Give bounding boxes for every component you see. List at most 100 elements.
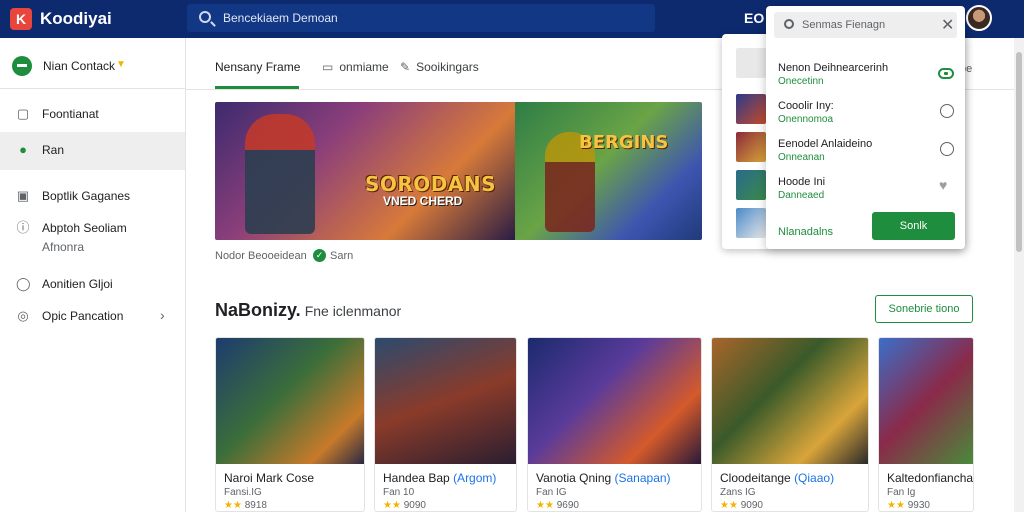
game-card[interactable]: Vanotia Qning (Sanapan) Fan IG ★★ 9690 — [527, 337, 702, 512]
sidebar-item-boptlik[interactable]: ▣ Boptlik Gaganes — [0, 178, 185, 214]
card-title: Kaltedonfianchan — [887, 471, 974, 485]
app-logo-icon[interactable]: K — [10, 8, 32, 30]
popup-option-sub: Onneanan — [778, 152, 825, 163]
popup-option[interactable]: Eenodel Anlaideino Onneanan — [778, 136, 958, 170]
divider — [0, 88, 186, 89]
tab-sooikingars[interactable]: ✎ Sooikingars — [400, 60, 479, 74]
card-meta: Fan IG — [536, 487, 567, 498]
popup-option-title: Eenodel Anlaideino — [778, 138, 873, 150]
avatar[interactable] — [966, 5, 992, 31]
sidebar-item-aonitien[interactable]: ◯ Aonitien Gljoi — [0, 266, 185, 302]
circle-icon: ◎ — [17, 308, 29, 323]
popup-option[interactable]: Nenon Deihnearcerinh Onecetinn — [778, 60, 958, 94]
star-icon: ★★ — [383, 500, 401, 511]
popup-thumbnail — [736, 94, 766, 124]
see-more-button[interactable]: Sonebrie tiono — [875, 295, 973, 323]
popup-search[interactable]: Senmas Fienagn ✕ — [774, 12, 957, 38]
popup-thumbnail — [736, 48, 766, 78]
game-card[interactable]: Naroi Mark Cose Fansi.IG ★★ 8918 — [215, 337, 365, 512]
popup-option-sub: Danneaed — [778, 190, 825, 201]
popup-option-sub: Onecetinn — [778, 76, 824, 87]
card-title-text: Kaltedonfianchan — [887, 471, 974, 485]
card-image — [879, 338, 973, 464]
check-icon: ✓ — [313, 249, 326, 262]
scrollbar-thumb[interactable] — [1016, 52, 1022, 252]
filter-popup: Senmas Fienagn ✕ Nenon Deihnearcerinh On… — [722, 6, 965, 249]
card-rating: ★★ 9930 — [887, 500, 930, 511]
game-card[interactable]: Handea Bap (Argom) Fan 10 ★★ 9090 — [374, 337, 517, 512]
banner-subtitle: VNED CHERD — [383, 194, 463, 208]
sidebar-item-ran[interactable]: ● Ran — [0, 132, 185, 170]
app-title[interactable]: Koodiyai — [40, 9, 112, 29]
close-icon[interactable]: ✕ — [941, 15, 954, 35]
sidebar-item-label: Abptoh Seoliam — [42, 221, 127, 235]
popup-option-title: Hoode Ini — [778, 176, 826, 188]
popup-search-input[interactable]: Senmas Fienagn — [802, 19, 885, 31]
tab-nensany-frame[interactable]: Nensany Frame — [215, 60, 300, 74]
popup-option[interactable]: Hoode Ini Danneaed ♥ — [778, 174, 958, 208]
star-icon: ★★ — [720, 500, 738, 511]
game-card[interactable]: Cloodeitange (Qiaao) Zans IG ★★ 9090 — [711, 337, 869, 512]
banner-artwork-right — [515, 102, 702, 240]
card-title-accent: (Sanapan) — [614, 471, 671, 485]
toggle-icon[interactable] — [938, 68, 954, 79]
heart-icon[interactable]: ♥ — [939, 177, 947, 193]
card-rating-value: 9930 — [907, 500, 930, 511]
star-icon: ★★ — [887, 500, 905, 511]
game-card[interactable]: Kaltedonfianchan Fan Ig ★★ 9930 — [878, 337, 974, 512]
card-rating: ★★ 9690 — [536, 500, 579, 511]
search-bar[interactable]: Bencekiaem Demoan — [187, 4, 655, 32]
search-icon — [199, 11, 211, 23]
card-title-accent: (Qiaao) — [794, 471, 835, 485]
search-input[interactable]: Bencekiaem Demoan — [223, 11, 338, 25]
banner-hero-figure — [245, 114, 315, 234]
radio-button[interactable] — [940, 142, 954, 156]
card-meta: Fansi.IG — [224, 487, 262, 498]
card-rating: ★★ 9090 — [383, 500, 426, 511]
section-title-rest: Fne iclenmanor — [304, 303, 402, 319]
popup-option[interactable]: Cooolir Iny: Onennomoa — [778, 98, 958, 132]
grid-icon: ▢ — [16, 106, 30, 121]
card-rating-value: 8918 — [244, 500, 267, 511]
tab-onmiame[interactable]: ▭ onmiame — [322, 60, 389, 74]
popup-thumbnail — [736, 170, 766, 200]
card-title-text: Cloodeitange — [720, 471, 795, 485]
banner-caption: Nodor Beooeidean — [215, 250, 307, 262]
tab-label: onmiame — [339, 60, 389, 74]
pen-icon: ✎ — [400, 60, 411, 74]
banner-caption-status: Sarn — [330, 250, 354, 262]
sidebar-item-abptoh[interactable]: ⓘ Abptoh Seoliam Afnonra — [0, 210, 185, 262]
popup-submit-button[interactable]: Sonlk — [872, 212, 955, 240]
popup-link[interactable]: Nlanadalns — [778, 226, 833, 238]
popup-option-sub: Onennomoa — [778, 114, 834, 125]
sidebar-item-label: Boptlik Gaganes — [42, 189, 131, 203]
account-label: Nian Contack — [43, 59, 116, 73]
section-title-main: NaBonizy. — [215, 300, 301, 320]
popup-thumbnail — [736, 132, 766, 162]
sidebar-item-label: Foontianat — [42, 107, 99, 121]
card-image — [216, 338, 364, 464]
banner-title-secondary: BERGINS — [579, 132, 669, 153]
card-title: Handea Bap (Argom) — [383, 471, 496, 485]
sidebar-item-opic[interactable]: ◎ Opic Pancation › — [0, 298, 185, 334]
card-image — [375, 338, 516, 464]
scrollbar[interactable] — [1014, 38, 1024, 512]
card-rating: ★★ 9090 — [720, 500, 763, 511]
card-meta: Zans IG — [720, 487, 756, 498]
card-rating: ★★ 8918 — [224, 500, 267, 511]
sidebar-item-foontianat[interactable]: ▢ Foontianat — [0, 96, 185, 132]
radio-button[interactable] — [940, 104, 954, 118]
featured-banner[interactable]: SORODANS VNED CHERD BERGINS — [215, 102, 702, 240]
person-icon: ● — [19, 142, 27, 157]
sidebar-item-label: Aonitien Gljoi — [42, 277, 113, 291]
card-rating-value: 9090 — [403, 500, 426, 511]
chat-icon: ◯ — [16, 276, 31, 291]
card-image — [528, 338, 701, 464]
card-title: Vanotia Qning (Sanapan) — [536, 471, 671, 485]
account-switcher[interactable]: Nian Contack ▼ — [12, 54, 182, 78]
card-meta: Fan 10 — [383, 487, 415, 498]
tab-label: Sooikingars — [416, 60, 479, 74]
card-title: Naroi Mark Cose — [224, 471, 314, 485]
chevron-right-icon: › — [160, 307, 165, 323]
account-icon — [12, 56, 32, 76]
